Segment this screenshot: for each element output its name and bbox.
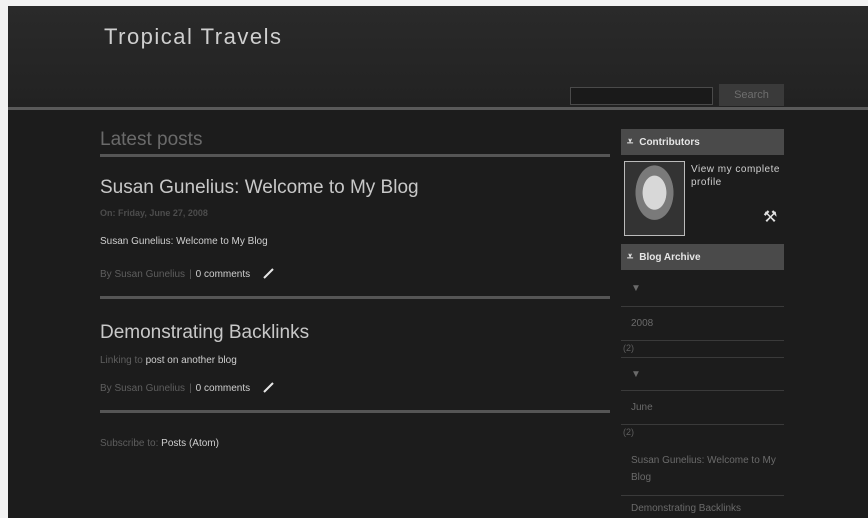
footer-separator: | xyxy=(189,383,192,394)
month-count: (2) xyxy=(623,427,634,437)
blog-page: Tropical Travels Search Latest posts Sus… xyxy=(8,6,868,518)
post-title-2[interactable]: Demonstrating Backlinks xyxy=(100,322,309,344)
avatar[interactable] xyxy=(624,161,685,236)
comments-link-1[interactable]: 0 comments xyxy=(196,269,250,280)
year-toggle[interactable]: ▼ xyxy=(621,271,784,307)
post-author-1: By Susan Gunelius xyxy=(100,269,186,280)
month-toggle[interactable]: ▼ xyxy=(621,357,784,391)
header: Tropical Travels Search xyxy=(8,6,868,107)
archive-year[interactable]: 2008 xyxy=(621,307,784,341)
post-body-1: Susan Gunelius: Welcome to My Blog xyxy=(100,236,268,247)
post-title-1[interactable]: Susan Gunelius: Welcome to My Blog xyxy=(100,177,419,199)
header-divider xyxy=(8,107,868,110)
tools-icon[interactable]: ⚒ xyxy=(763,207,777,227)
post-author-2: By Susan Gunelius xyxy=(100,383,186,394)
contributors-header: ⩡ Contributors xyxy=(621,129,784,155)
profile-link[interactable]: View my complete profile xyxy=(691,163,781,189)
pencil-icon[interactable] xyxy=(262,266,276,283)
site-title[interactable]: Tropical Travels xyxy=(104,24,282,50)
post-date-1: On: Friday, June 27, 2008 xyxy=(100,208,208,218)
archive-post-1[interactable]: Susan Gunelius: Welcome to My Blog xyxy=(621,448,784,496)
archive-header-icon: ⩡ xyxy=(627,250,634,263)
main-content: Latest posts Susan Gunelius: Welcome to … xyxy=(100,126,610,449)
post-body-prefix: Linking to xyxy=(100,355,143,366)
search-input[interactable] xyxy=(570,87,713,105)
subscribe-link[interactable]: Posts (Atom) xyxy=(161,438,219,449)
pencil-icon[interactable] xyxy=(262,380,276,397)
contributors-title: Contributors xyxy=(639,136,700,148)
heading-divider xyxy=(100,154,610,157)
archive-month[interactable]: June xyxy=(621,391,784,425)
search-button[interactable]: Search xyxy=(719,84,784,106)
contributors-header-icon: ⩡ xyxy=(627,135,634,148)
post-body-2: Linking to post on another blog xyxy=(100,355,237,366)
archive-post-2[interactable]: Demonstrating Backlinks xyxy=(621,496,784,518)
post-divider-2 xyxy=(100,410,610,413)
triangle-down-icon[interactable]: ▼ xyxy=(631,369,641,380)
section-heading: Latest posts xyxy=(100,129,203,150)
subscribe-line: Subscribe to: Posts (Atom) xyxy=(100,438,219,449)
post-body-link[interactable]: post on another blog xyxy=(146,355,237,366)
comments-link-2[interactable]: 0 comments xyxy=(196,383,250,394)
post-divider-1 xyxy=(100,296,610,299)
post-footer-1: By Susan Gunelius | 0 comments xyxy=(100,266,276,283)
archive-title: Blog Archive xyxy=(639,251,701,263)
post-footer-2: By Susan Gunelius | 0 comments xyxy=(100,380,276,397)
subscribe-prefix: Subscribe to: xyxy=(100,438,159,449)
year-count: (2) xyxy=(623,343,634,353)
footer-separator: | xyxy=(189,269,192,280)
archive-header: ⩡ Blog Archive xyxy=(621,244,784,270)
triangle-down-icon[interactable]: ▼ xyxy=(631,283,641,294)
